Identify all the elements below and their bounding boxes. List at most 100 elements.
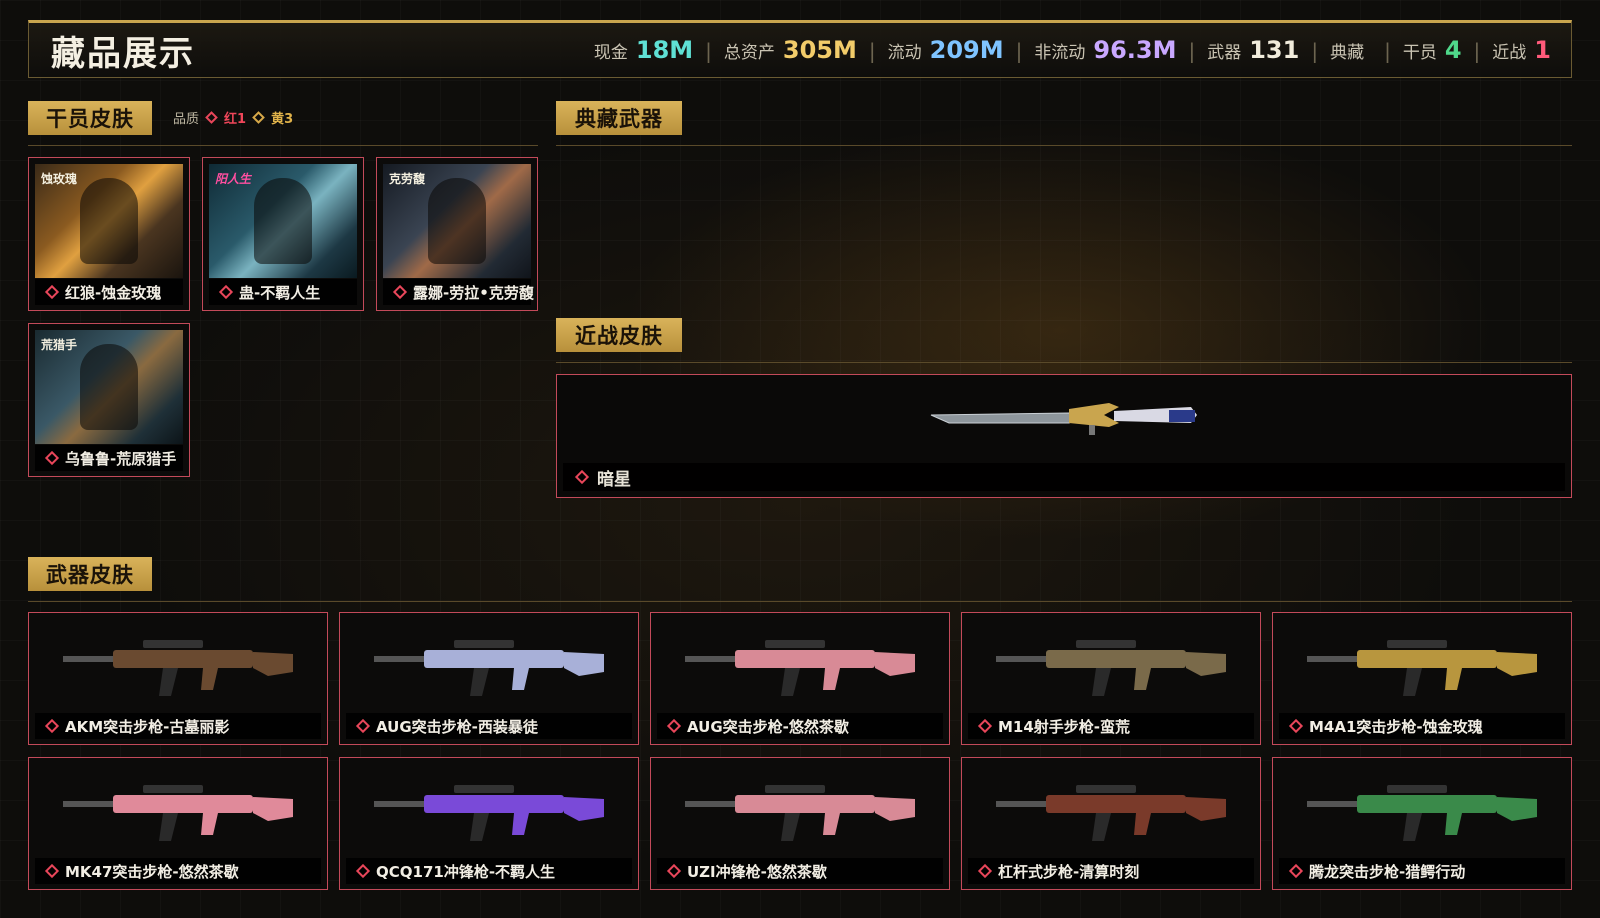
weapon-name: UZI冲锋枪-悠然茶歇 (687, 862, 827, 881)
stat-label: 近战 (1492, 43, 1527, 63)
red-diamond-icon (355, 863, 371, 879)
red-diamond-icon (977, 863, 993, 879)
weapon-image (346, 764, 632, 857)
red-diamond-icon (1288, 863, 1304, 879)
stat-label: 非流动 (1034, 43, 1086, 63)
weapon-image (35, 619, 321, 712)
weapon-card[interactable]: M4A1突击步枪-蚀金玫瑰 (1272, 612, 1572, 745)
weapon-card[interactable]: AUG突击步枪-西装暴徒 (339, 612, 639, 745)
quality-filter: 品质 红1 黄3 (173, 108, 293, 127)
weapon-caption: M14射手步枪-蛮荒 (968, 713, 1254, 739)
weapon-name: MK47突击步枪-悠然茶歇 (65, 862, 239, 881)
weapon-name: 杠杆式步枪-清算时刻 (998, 862, 1140, 881)
weapon-caption: UZI冲锋枪-悠然茶歇 (657, 858, 943, 884)
stat-separator: | (1015, 39, 1023, 63)
weapon-card[interactable]: UZI冲锋枪-悠然茶歇 (650, 757, 950, 890)
red-diamond-icon (666, 718, 682, 734)
rifle-icon (685, 784, 915, 841)
red-diamond-icon (1288, 718, 1304, 734)
weapon-image (968, 619, 1254, 712)
operator-portrait: 荒猎手 (35, 330, 183, 444)
operator-card[interactable]: 蚀玫瑰 红狼-蚀金玫瑰 (28, 157, 190, 311)
weapon-caption: MK47突击步枪-悠然茶歇 (35, 858, 321, 884)
weapon-card[interactable]: M14射手步枪-蛮荒 (961, 612, 1261, 745)
operator-logo: 克劳馥 (389, 172, 426, 186)
stat-value: 18M (635, 36, 694, 64)
weapon-caption: M4A1突击步枪-蚀金玫瑰 (1279, 713, 1565, 739)
operator-caption: 蛊-不羁人生 (209, 279, 357, 305)
operator-name: 乌鲁鲁-荒原猎手 (65, 449, 177, 468)
knife-image (930, 403, 1197, 435)
stats-bar: 现金 18M | 总资产 305M | 流动 209M | 非流动 96.3M | 武器 131 | 典藏 | 干… (594, 36, 1551, 64)
operator-figure (80, 178, 138, 264)
operator-name: 露娜-劳拉•克劳馥 (413, 283, 534, 302)
red-diamond-icon (44, 450, 60, 466)
stat-value: 305M (782, 36, 857, 64)
operator-portrait: 阳人生 (209, 164, 357, 278)
operator-section-divider (28, 145, 538, 146)
weapon-caption: AUG突击步枪-西装暴徒 (346, 713, 632, 739)
stat-item: 武器 131 (1207, 36, 1299, 64)
weapon-card[interactable]: MK47突击步枪-悠然茶歇 (28, 757, 328, 890)
red-diamond-icon (392, 284, 408, 300)
weapon-name: AUG突击步枪-悠然茶歇 (687, 717, 849, 736)
red-diamond-icon (44, 718, 60, 734)
operator-skins-title: 干员皮肤 (46, 107, 134, 131)
stat-label: 总资产 (723, 43, 775, 63)
rifle-icon (996, 639, 1226, 696)
operator-caption: 红狼-蚀金玫瑰 (35, 279, 183, 305)
quality-yellow-count: 黄3 (271, 112, 294, 127)
weapon-card[interactable]: 杠杆式步枪-清算时刻 (961, 757, 1261, 890)
operator-portrait: 克劳馥 (383, 164, 531, 278)
rifle-icon (996, 784, 1226, 841)
melee-card[interactable]: 暗星 (556, 374, 1572, 498)
weapon-card[interactable]: AUG突击步枪-悠然茶歇 (650, 612, 950, 745)
weapon-caption: AUG突击步枪-悠然茶歇 (657, 713, 943, 739)
stat-item: 总资产 305M (724, 36, 857, 64)
operator-figure (428, 178, 486, 264)
quality-red-count: 红1 (224, 112, 247, 127)
weapon-name: M14射手步枪-蛮荒 (998, 717, 1131, 736)
rifle-icon (374, 639, 604, 696)
yellow-diamond-icon (252, 111, 265, 124)
melee-section-divider (556, 362, 1572, 363)
rifle-icon (63, 784, 293, 841)
operator-logo: 阳人生 (215, 172, 252, 186)
weapon-caption: AKM突击步枪-古墓丽影 (35, 713, 321, 739)
weapon-name: AKM突击步枪-古墓丽影 (65, 717, 230, 736)
operator-logo: 蚀玫瑰 (41, 172, 78, 186)
weapon-card[interactable]: 腾龙突击步枪-猎鳄行动 (1272, 757, 1572, 890)
stat-value: 96.3M (1093, 36, 1177, 64)
weapon-image (35, 764, 321, 857)
operator-skins-tag: 干员皮肤 (28, 101, 152, 135)
melee-skins-title: 近战皮肤 (575, 324, 663, 348)
stat-separator: | (1311, 39, 1319, 63)
operator-card[interactable]: 阳人生 蛊-不羁人生 (202, 157, 364, 311)
weapon-image (657, 764, 943, 857)
melee-name: 暗星 (597, 469, 631, 490)
stat-separator: | (705, 39, 712, 63)
weapon-card[interactable]: QCQ171冲锋枪-不羁人生 (339, 757, 639, 890)
weapon-caption: 腾龙突击步枪-猎鳄行动 (1279, 858, 1565, 884)
operator-figure (80, 344, 138, 430)
stat-item: 干员 4 (1403, 36, 1462, 64)
stat-item: 近战 1 (1492, 36, 1551, 64)
stat-value: 4 (1444, 36, 1462, 64)
red-diamond-icon (205, 111, 218, 124)
stat-item: 典藏 (1330, 38, 1372, 63)
stat-value: 131 (1249, 36, 1300, 64)
quality-label: 品质 (173, 112, 200, 127)
header-bar: 藏品展示 现金 18M | 总资产 305M | 流动 209M | 非流动 96.3M | 武器 131… (28, 20, 1572, 78)
weapon-card[interactable]: AKM突击步枪-古墓丽影 (28, 612, 328, 745)
operator-card[interactable]: 克劳馥 露娜-劳拉•克劳馥 (376, 157, 538, 311)
operator-caption: 露娜-劳拉•克劳馥 (383, 279, 534, 305)
operator-card[interactable]: 荒猎手 乌鲁鲁-荒原猎手 (28, 323, 190, 477)
operator-logo: 荒猎手 (41, 338, 78, 352)
stat-label: 流动 (887, 43, 922, 63)
weapon-caption: QCQ171冲锋枪-不羁人生 (346, 858, 632, 884)
rifle-icon (63, 639, 293, 696)
weapon-name: AUG突击步枪-西装暴徒 (376, 717, 538, 736)
stat-separator: | (1188, 39, 1196, 63)
weapon-skins-title: 武器皮肤 (46, 563, 134, 587)
stat-label: 武器 (1207, 43, 1242, 63)
